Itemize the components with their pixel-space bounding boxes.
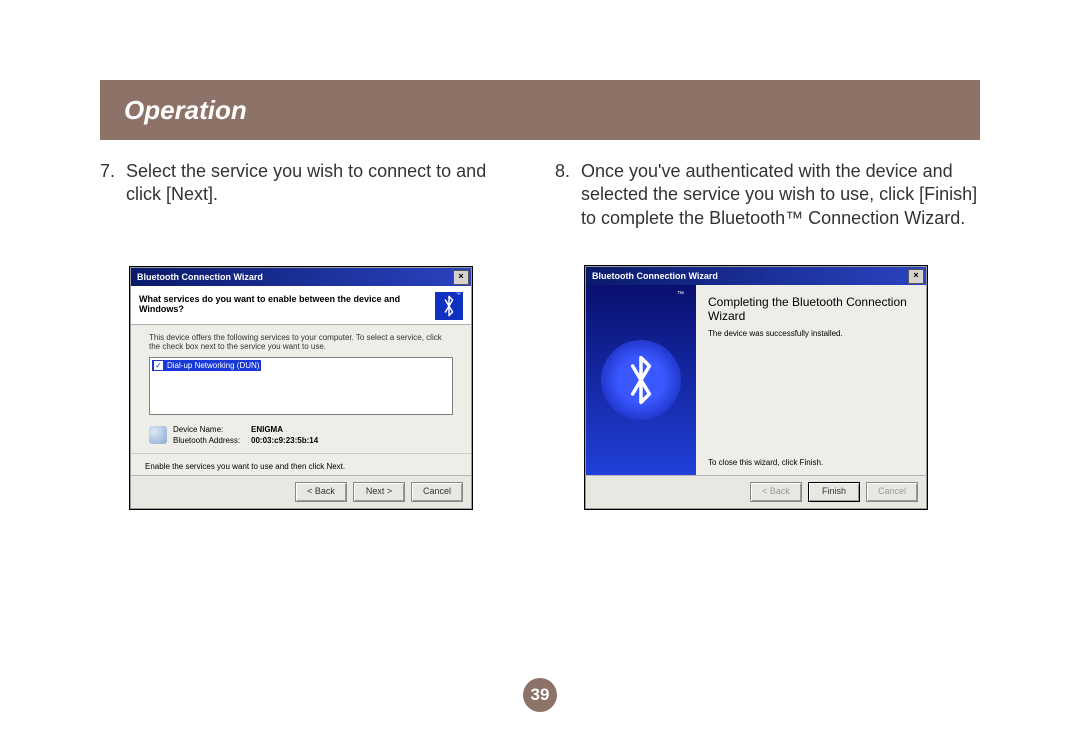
enable-hint: Enable the services you want to use and … — [131, 453, 471, 475]
dialog-title: Bluetooth Connection Wizard — [592, 271, 718, 281]
close-icon[interactable]: × — [453, 270, 469, 285]
page-number: 39 — [523, 678, 557, 712]
device-name-label: Device Name: — [173, 425, 251, 434]
step-text: Select the service you wish to connect t… — [126, 160, 525, 207]
trademark-icon: ™ — [456, 292, 461, 298]
finish-button[interactable]: Finish — [808, 482, 860, 502]
cancel-button[interactable]: Cancel — [411, 482, 463, 502]
col-right: 8. Once you've authenticated with the de… — [555, 160, 980, 509]
dialog-title: Bluetooth Connection Wizard — [137, 272, 263, 282]
section-header: Operation — [100, 80, 980, 140]
close-hint: To close this wizard, click Finish. — [708, 458, 823, 467]
dialog-body: ™ Completing the Bluetooth Connection Wi… — [586, 285, 926, 475]
step-num: 7. — [100, 160, 126, 207]
dialog-titlebar: Bluetooth Connection Wizard × — [586, 267, 926, 285]
trademark-icon: ™ — [677, 291, 684, 298]
service-item-dun[interactable]: ✓ Dial-up Networking (DUN) — [152, 360, 261, 371]
button-row: < Back Next > Cancel — [131, 475, 471, 508]
dialog-body: What services do you want to enable betw… — [131, 286, 471, 508]
step-text: Once you've authenticated with the devic… — [581, 160, 980, 230]
step-7: 7. Select the service you wish to connec… — [100, 160, 525, 207]
bt-addr-value: 00:03:c9:23:5b:14 — [251, 436, 318, 445]
bluetooth-icon: ™ — [435, 292, 463, 320]
right-panel: Completing the Bluetooth Connection Wiza… — [696, 285, 926, 475]
step-8: 8. Once you've authenticated with the de… — [555, 160, 980, 230]
prompt-text: What services do you want to enable betw… — [139, 292, 435, 314]
next-button[interactable]: Next > — [353, 482, 405, 502]
checkbox-icon[interactable]: ✓ — [154, 361, 163, 370]
step-num: 8. — [555, 160, 581, 230]
content-columns: 7. Select the service you wish to connec… — [100, 160, 980, 509]
subtext: This device offers the following service… — [131, 325, 471, 355]
back-button: < Back — [750, 482, 802, 502]
device-info: Device Name: ENIGMA Bluetooth Address: 0… — [131, 421, 471, 449]
service-listbox[interactable]: ✓ Dial-up Networking (DUN) — [149, 357, 453, 415]
screenshot-finish: Bluetooth Connection Wizard × ™ Completi… — [585, 266, 927, 509]
screenshot-service-select: Bluetooth Connection Wizard × What servi… — [130, 267, 472, 509]
device-icon — [149, 426, 167, 444]
cancel-button: Cancel — [866, 482, 918, 502]
prompt-row: What services do you want to enable betw… — [131, 286, 471, 325]
dialog-titlebar: Bluetooth Connection Wizard × — [131, 268, 471, 286]
col-left: 7. Select the service you wish to connec… — [100, 160, 525, 509]
side-panel: ™ — [586, 285, 696, 475]
close-icon[interactable]: × — [908, 269, 924, 284]
bluetooth-icon — [601, 340, 681, 420]
device-name-value: ENIGMA — [251, 425, 283, 434]
completion-msg: The device was successfully installed. — [708, 329, 914, 338]
completion-heading: Completing the Bluetooth Connection Wiza… — [708, 295, 914, 323]
back-button[interactable]: < Back — [295, 482, 347, 502]
button-row: < Back Finish Cancel — [586, 475, 926, 508]
service-label: Dial-up Networking (DUN) — [167, 361, 259, 370]
bt-addr-label: Bluetooth Address: — [173, 436, 251, 445]
